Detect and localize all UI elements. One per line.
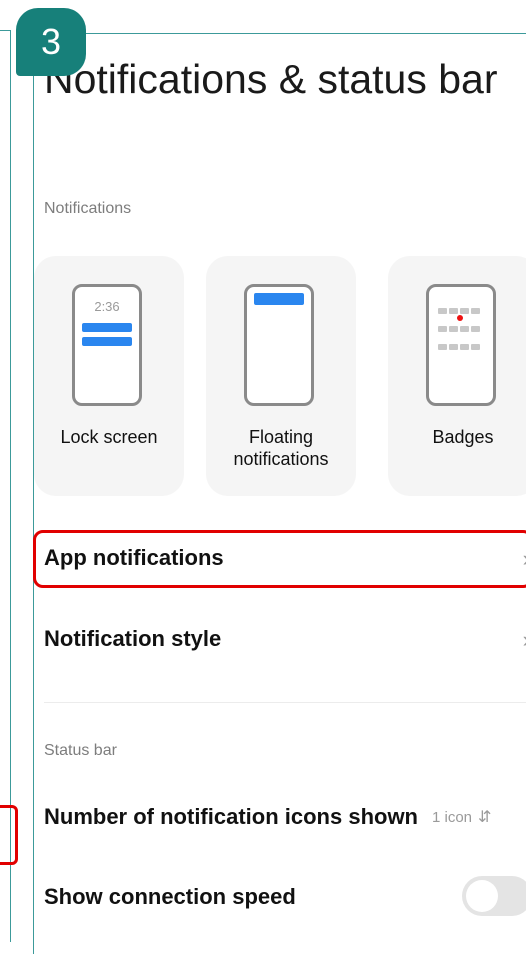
card-label: Floating notifications xyxy=(233,427,329,469)
step-number-badge: 3 xyxy=(16,8,86,76)
section-label-notifications: Notifications xyxy=(44,200,132,217)
card-lock-screen[interactable]: 2:36 Lock screen xyxy=(34,256,184,496)
section-label-status-bar: Status bar xyxy=(44,742,117,759)
row-label: Notification style xyxy=(44,626,222,651)
row-show-connection-speed: Show connection speed xyxy=(44,877,526,917)
page-title: Notifications & status bar xyxy=(44,56,498,102)
badge-dot-icon xyxy=(457,315,463,321)
divider xyxy=(44,702,526,703)
row-value: 1 icon xyxy=(432,808,473,826)
row-app-notifications[interactable]: App notifications › xyxy=(44,538,526,578)
row-notification-icons-count[interactable]: Number of notification icons shown 1 ico… xyxy=(44,797,526,837)
up-down-arrows-icon: ⇵ xyxy=(478,809,492,826)
card-floating-notifications[interactable]: Floating notifications xyxy=(206,256,356,496)
prev-frame-highlight xyxy=(0,805,18,865)
notification-cards: 2:36 Lock screen Floating notifications … xyxy=(34,256,526,496)
card-label: Badges xyxy=(432,427,494,447)
badges-preview-icon xyxy=(426,284,496,406)
connection-speed-toggle[interactable] xyxy=(462,876,526,916)
row-label: App notifications xyxy=(44,545,224,570)
card-label: Lock screen xyxy=(60,427,158,447)
card-badges[interactable]: Badges xyxy=(388,256,526,496)
row-label: Number of notification icons shown xyxy=(44,804,418,829)
row-label: Show connection speed xyxy=(44,884,296,909)
floating-notification-preview-icon xyxy=(244,284,314,406)
lock-screen-preview-icon: 2:36 xyxy=(72,284,142,406)
toggle-knob xyxy=(466,880,498,912)
preview-time: 2:36 xyxy=(94,299,120,314)
row-notification-style[interactable]: Notification style › xyxy=(44,619,526,659)
